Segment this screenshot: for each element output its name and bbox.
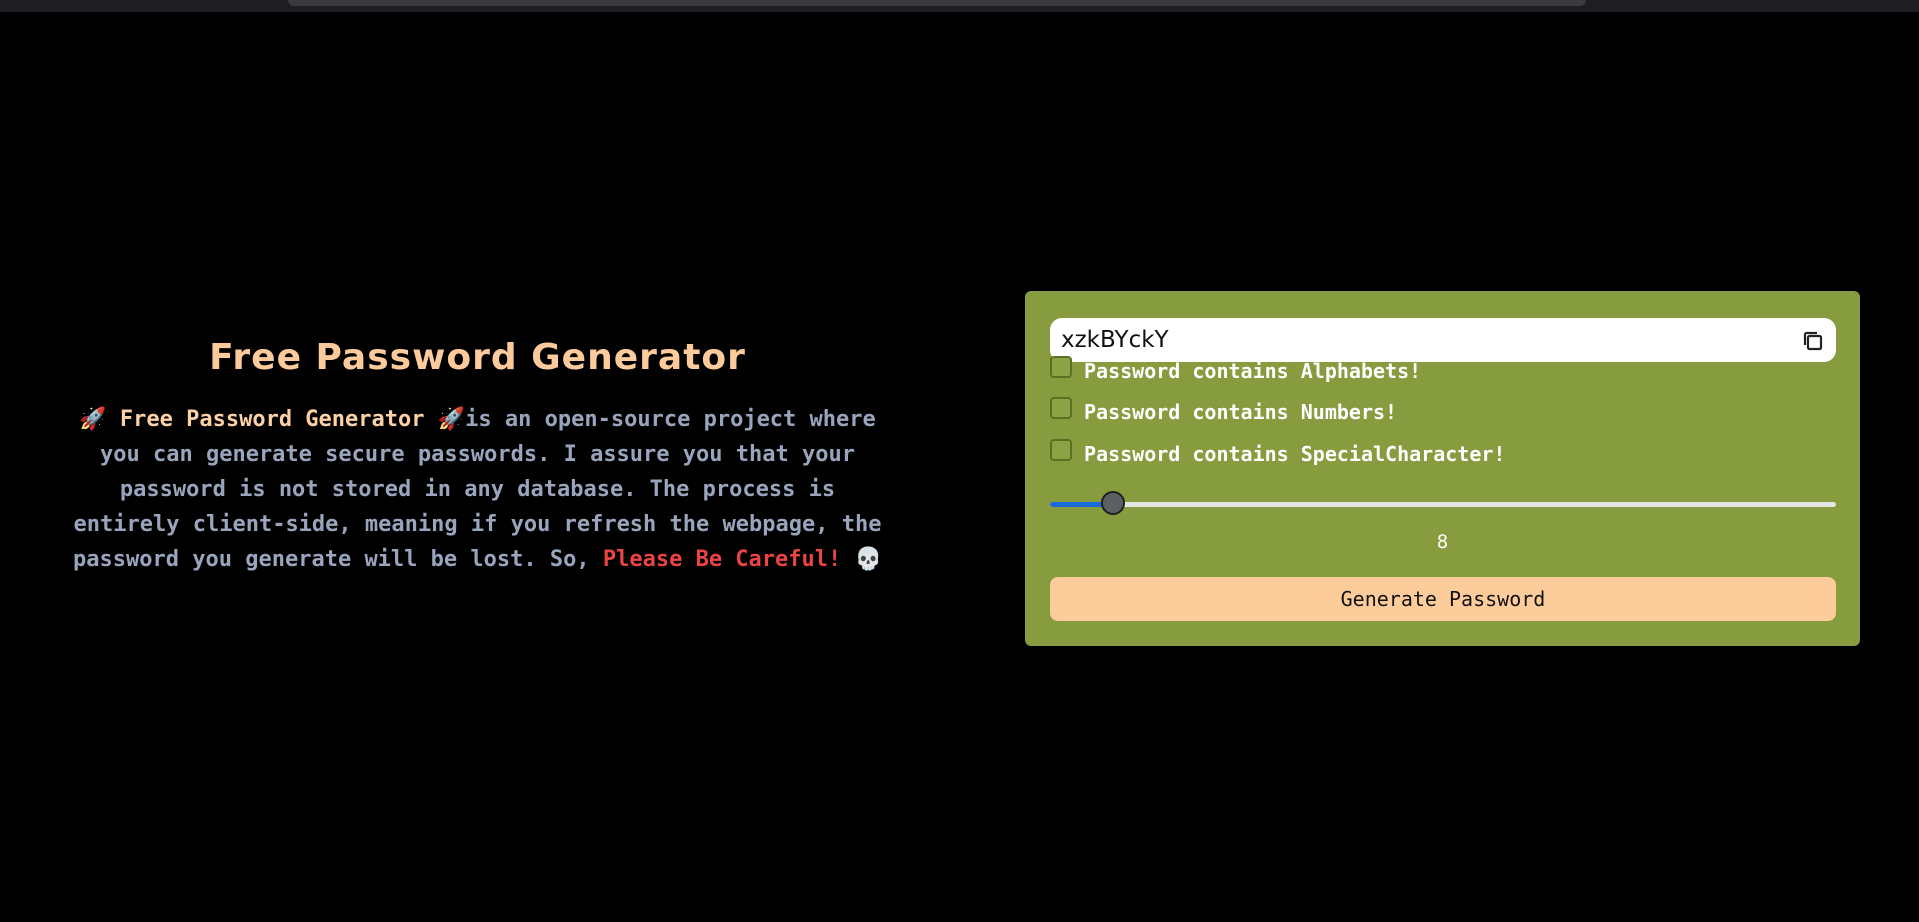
page-title: Free Password Generator [209,337,746,378]
copy-icon [1803,331,1823,351]
alphabets-label: Password contains Alphabets! [1084,359,1422,383]
numbers-checkbox[interactable] [1050,397,1072,419]
special-checkbox[interactable] [1050,439,1072,461]
length-slider[interactable] [1050,491,1836,515]
password-field[interactable] [1061,318,1761,362]
intro-section: Free Password Generator 🚀 Free Password … [70,334,885,577]
skull-icon: 💀 [854,547,882,572]
option-special[interactable]: Password contains SpecialCharacter! [1050,439,1506,468]
rocket-icon: 🚀 [79,407,107,432]
copy-button[interactable] [1800,328,1826,354]
option-alphabets[interactable]: Password contains Alphabets! [1050,356,1422,385]
special-label: Password contains SpecialCharacter! [1084,442,1506,466]
password-display [1050,318,1836,362]
length-value: 8 [1436,531,1449,553]
generator-panel: Password contains Alphabets! Password co… [1025,291,1860,646]
project-name: Free Password Generator [119,407,425,432]
alphabets-checkbox[interactable] [1050,356,1072,378]
browser-top-bar [0,0,1919,12]
intro-description: 🚀 Free Password Generator 🚀is an open-so… [70,402,885,577]
warning-text: Please Be Careful! [602,547,842,572]
generate-button[interactable]: Generate Password [1050,577,1836,621]
option-numbers[interactable]: Password contains Numbers! [1050,397,1398,426]
numbers-label: Password contains Numbers! [1084,400,1398,424]
length-slider-thumb[interactable] [1100,491,1125,515]
rocket-icon: 🚀 [437,407,466,432]
browser-address-strip [288,0,1586,6]
